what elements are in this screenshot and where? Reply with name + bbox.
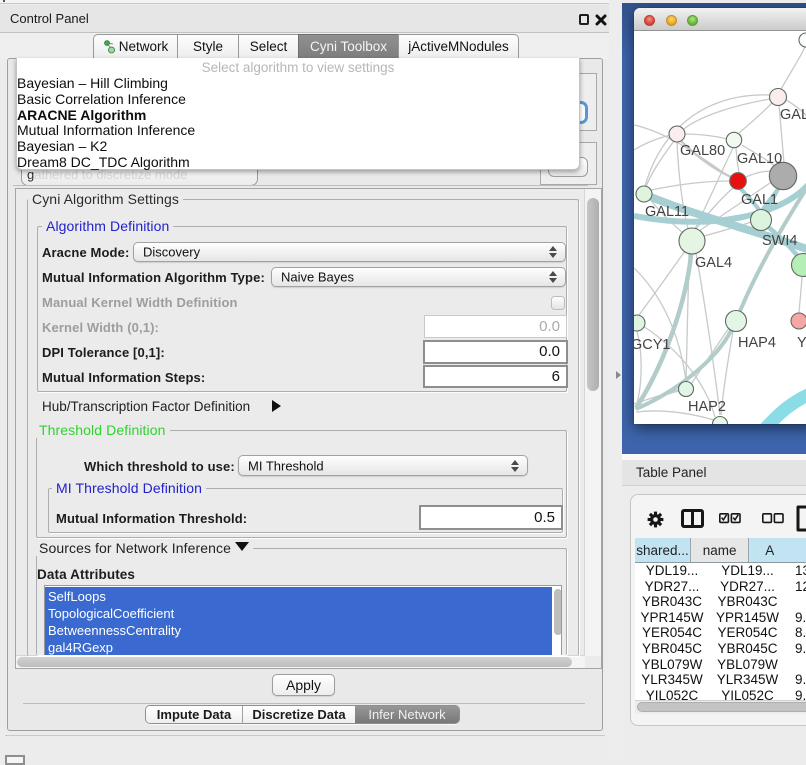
svg-text:Y: Y xyxy=(797,335,806,351)
svg-text:GAL4: GAL4 xyxy=(695,255,732,271)
svg-text:GCY1: GCY1 xyxy=(634,337,671,353)
svg-text:SWI4: SWI4 xyxy=(762,233,797,249)
svg-text:GAL11: GAL11 xyxy=(645,204,689,220)
svg-text:HAP4: HAP4 xyxy=(738,335,776,351)
svg-text:GAL1: GAL1 xyxy=(741,192,778,208)
svg-text:GAL10: GAL10 xyxy=(737,151,782,167)
svg-text:GAL8: GAL8 xyxy=(780,107,806,123)
svg-text:HAP2: HAP2 xyxy=(688,399,726,415)
svg-text:GAL80: GAL80 xyxy=(680,143,725,159)
